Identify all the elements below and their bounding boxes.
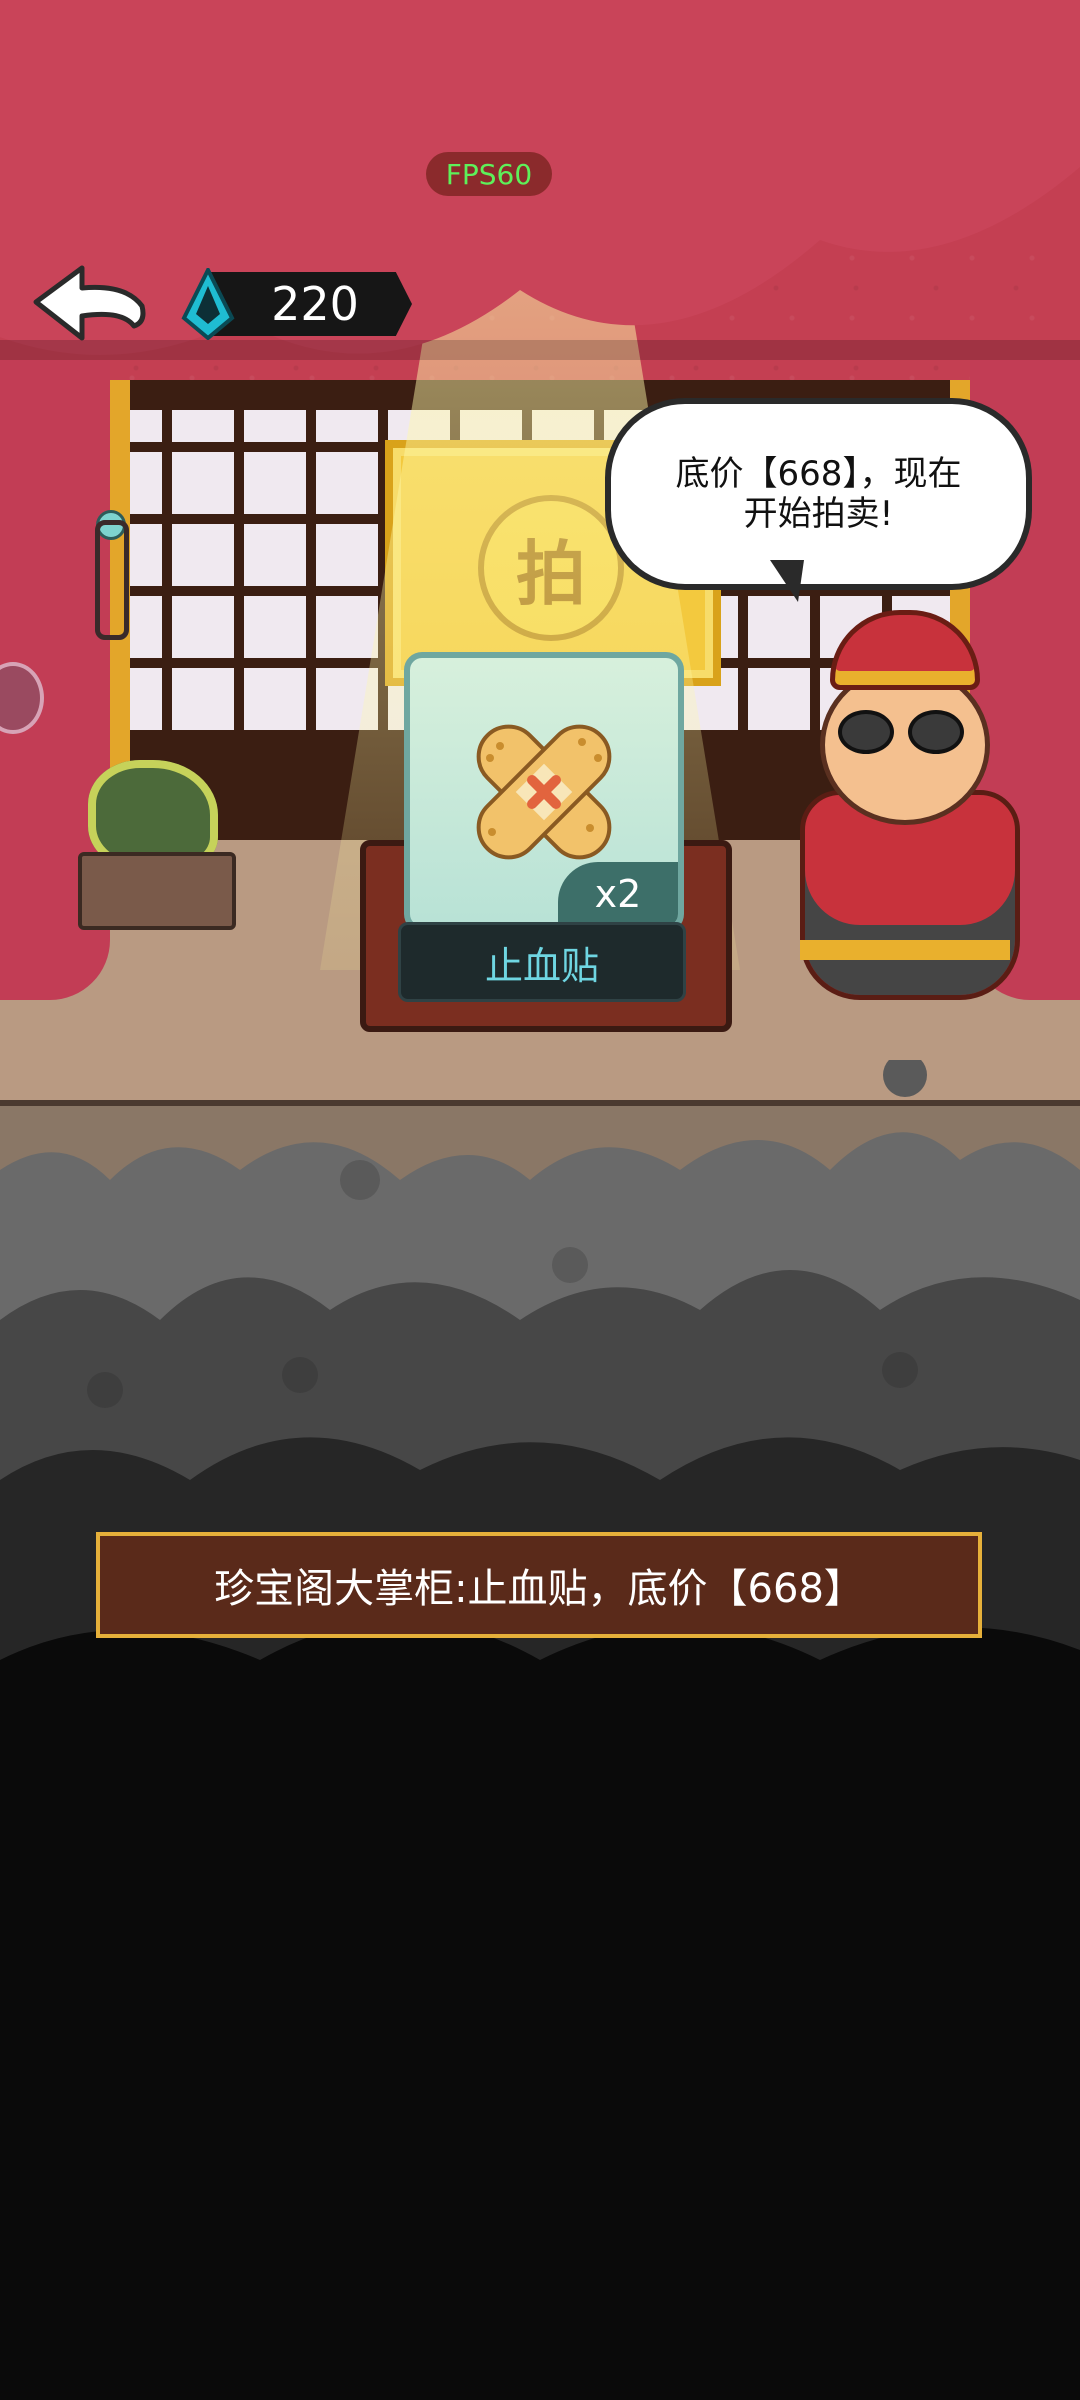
speech-bubble-tail [770, 560, 804, 602]
back-arrow-icon [33, 265, 146, 341]
auction-item-card[interactable]: x2 [404, 652, 684, 932]
gem-count: 220 [271, 277, 359, 331]
speech-line-2: 开始拍卖! [743, 494, 894, 534]
bonsai-plant [78, 760, 236, 930]
gem-counter: 220 [180, 268, 442, 340]
curtain-shadow [0, 340, 1080, 360]
speech-text: 底价【668】，现在 开始拍卖! [676, 454, 962, 534]
auctioneer-character [780, 610, 1030, 1010]
gem-icon [181, 268, 235, 340]
back-button[interactable] [30, 262, 150, 344]
item-count-badge: x2 [558, 862, 678, 926]
bonsai-pot [78, 852, 236, 930]
auctioneer-trim [800, 940, 1010, 960]
speech-bubble: 底价【668】，现在 开始拍卖! [605, 398, 1032, 590]
crowd-silhouette-art [0, 1053, 1080, 2400]
game-screen: 拍 x2 止血贴 底价【668】，现在 开始拍 [0, 0, 1080, 2400]
tassel-icon [95, 520, 129, 640]
bandage-icon [476, 724, 612, 860]
audience-silhouettes [0, 1053, 1080, 2400]
item-name-label: 止血贴 [398, 922, 686, 1002]
auctioneer-hat [830, 610, 980, 690]
speech-line-1: 底价【668】，现在 [675, 454, 962, 494]
fps-counter: FPS60 [426, 152, 552, 196]
dialogue-subtitle: 珍宝阁大掌柜:止血贴，底价【668】 [96, 1532, 982, 1638]
auctioneer-glasses [838, 710, 964, 754]
